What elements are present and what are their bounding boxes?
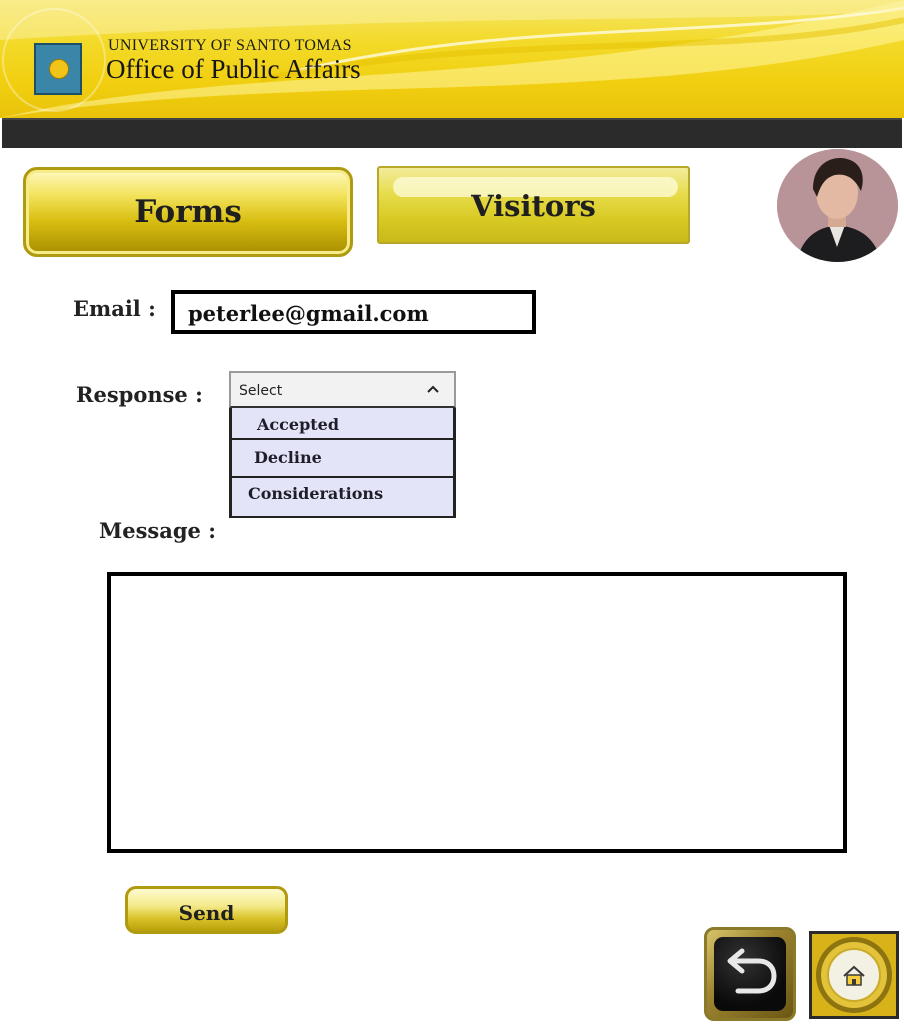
message-textarea[interactable] <box>107 572 847 853</box>
dropdown-option-considerations[interactable]: Considerations <box>232 478 453 518</box>
back-arrow-icon <box>727 948 777 994</box>
tab-visitors[interactable]: Visitors <box>377 166 690 244</box>
response-selected-value: Select <box>239 383 283 399</box>
back-button[interactable] <box>704 927 796 1021</box>
user-avatar[interactable] <box>777 149 898 262</box>
home-icon <box>816 937 892 1013</box>
response-select[interactable]: Select <box>229 371 456 408</box>
chevron-up-icon <box>427 385 439 393</box>
response-label: Response : <box>76 382 203 407</box>
email-label: Email : <box>73 296 156 321</box>
avatar-portrait <box>777 149 898 262</box>
dropdown-option-accepted[interactable]: Accepted <box>232 408 453 440</box>
tab-visitors-label: Visitors <box>471 189 596 223</box>
email-field[interactable]: peterlee@gmail.com <box>171 290 536 334</box>
message-label: Message : <box>99 518 216 543</box>
home-button[interactable] <box>809 931 899 1019</box>
dropdown-option-decline[interactable]: Decline <box>232 440 453 478</box>
university-name: UNIVERSITY OF SANTO TOMAS <box>108 37 352 54</box>
university-seal-icon <box>2 8 106 112</box>
send-button[interactable]: Send <box>125 886 288 934</box>
tab-forms[interactable]: Forms <box>23 167 353 257</box>
header-banner: UNIVERSITY OF SANTO TOMAS Office of Publ… <box>0 0 904 118</box>
response-dropdown: Accepted Decline Considerations <box>229 408 456 518</box>
office-title: Office of Public Affairs <box>106 54 361 84</box>
header-divider-bar <box>2 118 902 148</box>
